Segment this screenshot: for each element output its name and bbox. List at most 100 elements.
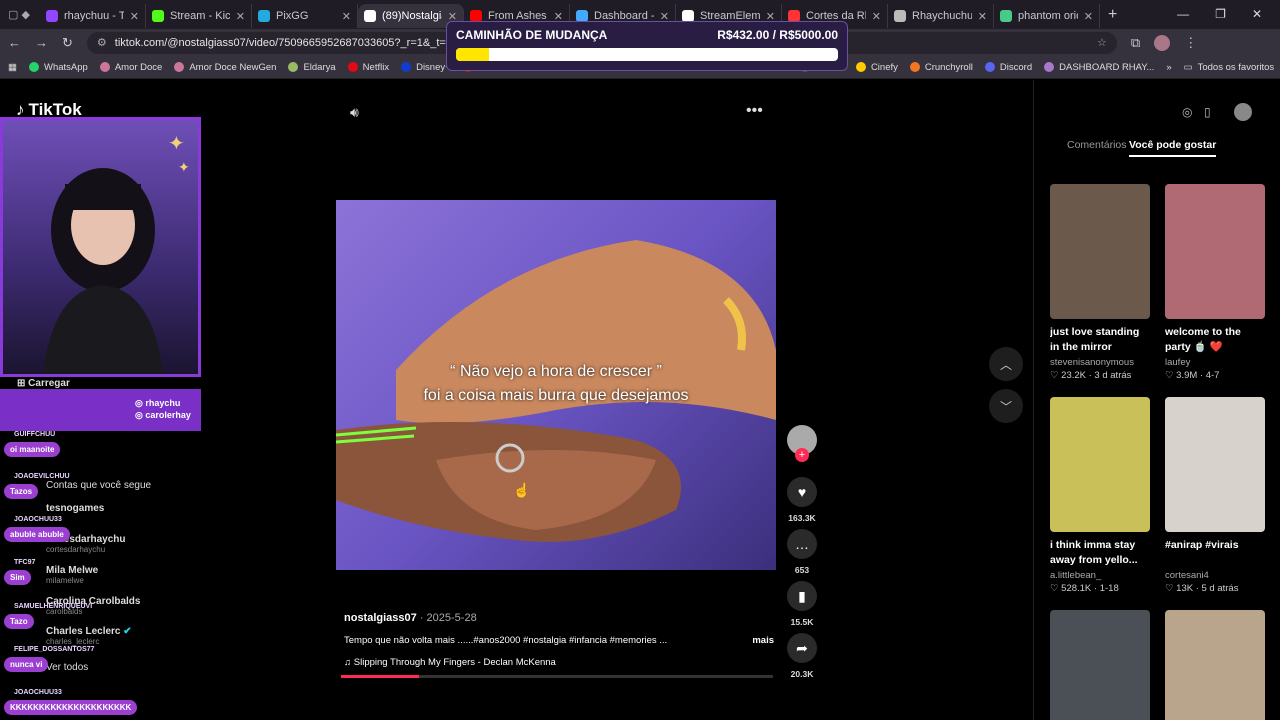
- menu-icon[interactable]: ⋮: [1184, 35, 1197, 51]
- goal-progress-fill: [456, 48, 489, 61]
- apps-icon[interactable]: ▦: [8, 62, 17, 73]
- browser-tab[interactable]: Rhaychuchu ✕: [888, 4, 994, 28]
- card-author[interactable]: laufey: [1165, 357, 1265, 368]
- volume-icon[interactable]: 🔊︎: [350, 104, 359, 121]
- video-thumbnail[interactable]: [1050, 184, 1150, 319]
- tab-close-icon[interactable]: ✕: [872, 10, 881, 23]
- bookmarks-folder[interactable]: ▭ Todos os favoritos: [1184, 62, 1275, 73]
- comment-button[interactable]: … 653: [787, 529, 817, 575]
- recommended-video-card[interactable]: [1165, 610, 1265, 720]
- upload-link[interactable]: ⊞ Carregar: [17, 378, 70, 389]
- donation-goal: CAMINHÃO DE MUDANÇA R$432.00 / R$5000.00: [446, 21, 848, 71]
- video-author[interactable]: nostalgiass07: [344, 612, 417, 624]
- recommended-video-card[interactable]: just love standing in the mirror stevenis…: [1050, 184, 1150, 381]
- banner-handle-2-text: carolerhay: [145, 410, 191, 420]
- bookmark-item[interactable]: Disney+: [401, 62, 451, 73]
- bookmark-item[interactable]: Amor Doce NewGen: [174, 62, 276, 73]
- recommended-video-card[interactable]: [1050, 610, 1150, 720]
- bookmark-label: Amor Doce: [114, 61, 163, 73]
- browser-tab[interactable]: phantom orion ✕: [994, 4, 1100, 28]
- tab-favicon-icon: [364, 10, 376, 22]
- video-caption-line-1: “ Não vejo a hora de crescer ”: [450, 363, 662, 380]
- recommended-video-card[interactable]: i think imma stay away from yello... a.li…: [1050, 397, 1150, 594]
- goal-amount: R$432.00 / R$5000.00: [717, 28, 838, 42]
- share-button[interactable]: ➦ 20.3K: [787, 633, 817, 679]
- bookmark-item[interactable]: Amor Doce: [99, 61, 163, 73]
- minimize-icon[interactable]: —: [1177, 7, 1189, 21]
- bookmark-item[interactable]: Netflix: [347, 62, 389, 73]
- more-options-icon[interactable]: •••: [746, 102, 763, 120]
- video-thumbnail[interactable]: [1050, 397, 1150, 532]
- forward-icon[interactable]: →: [35, 35, 48, 50]
- tab-close-icon[interactable]: ✕: [236, 10, 245, 23]
- new-tab-icon[interactable]: +: [1100, 6, 1117, 24]
- profile-avatar[interactable]: [1154, 34, 1171, 51]
- site-info-icon[interactable]: ⚙: [97, 36, 107, 49]
- card-author[interactable]: stevenisanonymous: [1050, 357, 1150, 368]
- card-title: just love standing in the mirror: [1050, 326, 1140, 353]
- browser-tab[interactable]: rhaychuu - Twitc ✕: [40, 4, 146, 28]
- explore-icon[interactable]: ◎: [1182, 105, 1192, 119]
- reload-icon[interactable]: ↻: [62, 35, 73, 51]
- video-progress-bar[interactable]: [341, 675, 773, 678]
- tab-close-icon[interactable]: ✕: [342, 10, 351, 23]
- video-thumbnail[interactable]: [1165, 397, 1265, 532]
- more-link[interactable]: mais: [752, 635, 774, 646]
- more-bookmarks-icon[interactable]: »: [1166, 62, 1171, 73]
- bookmark-item[interactable]: Eldarya: [288, 62, 336, 73]
- comment-icon: …: [787, 529, 817, 559]
- see-all-link[interactable]: Ver todos: [46, 662, 88, 673]
- author-avatar[interactable]: +: [787, 425, 817, 462]
- video-thumbnail[interactable]: [1165, 184, 1265, 319]
- device-icon[interactable]: ▯: [1204, 105, 1211, 119]
- recommended-video-card[interactable]: #anirap #virais cortesani4 ♡ 13K · 5 d atr…: [1165, 397, 1265, 594]
- next-video-button[interactable]: ﹀: [989, 389, 1023, 423]
- bookmark-item[interactable]: WhatsApp: [28, 62, 88, 73]
- bookmark-label: Cinefy: [870, 61, 898, 73]
- bookmark-item[interactable]: Discord: [984, 62, 1032, 73]
- upload-label: Carregar: [28, 378, 70, 389]
- window-controls: — ❐ ✕: [1159, 0, 1280, 28]
- user-avatar[interactable]: [1234, 103, 1252, 121]
- tab-close-icon[interactable]: ✕: [1084, 10, 1093, 23]
- mouse-cursor-icon: ☝: [513, 482, 531, 498]
- card-title: welcome to the party 🍵 ❤️: [1165, 326, 1241, 353]
- maximize-icon[interactable]: ❐: [1215, 7, 1226, 21]
- account-item[interactable]: Mila Melwe: [46, 565, 98, 576]
- like-button[interactable]: ♥ 163.3K: [787, 477, 817, 523]
- browser-tab[interactable]: PixGG ✕: [252, 4, 358, 28]
- bookmark-favicon-icon: [174, 62, 185, 72]
- tab-close-icon[interactable]: ✕: [978, 10, 987, 23]
- extensions-icon[interactable]: ⧉: [1131, 35, 1140, 51]
- bookmark-item[interactable]: Cinefy: [855, 61, 898, 73]
- tab-comments[interactable]: Comentários: [1067, 139, 1127, 151]
- tab-you-may-like[interactable]: Você pode gostar: [1129, 139, 1217, 157]
- video-caption-line-2: foi a coisa mais burra que desejamos: [423, 387, 689, 404]
- bookmark-star-icon[interactable]: ☆: [1097, 36, 1107, 49]
- video-description: Tempo que não volta mais ......#anos2000…: [344, 635, 668, 646]
- tab-close-icon[interactable]: ✕: [130, 10, 139, 23]
- close-window-icon[interactable]: ✕: [1252, 7, 1262, 21]
- save-button[interactable]: ▮ 15.5K: [787, 581, 817, 627]
- bookmark-item[interactable]: Crunchyroll: [909, 62, 973, 73]
- bookmark-item[interactable]: DASHBOARD RHAY...: [1044, 62, 1154, 73]
- video-player[interactable]: “ Não vejo a hora de crescer ” foi a coi…: [336, 200, 776, 570]
- account-item[interactable]: tesnogames: [46, 503, 104, 514]
- chat-message: abuble abuble: [4, 527, 70, 542]
- recommended-video-card[interactable]: welcome to the party 🍵 ❤️ laufey ♡ 3.9M · …: [1165, 184, 1265, 381]
- tab-title: phantom orion: [1018, 10, 1078, 22]
- tab-search-icon[interactable]: ▢ ◆: [0, 8, 40, 21]
- follow-plus-icon[interactable]: +: [795, 448, 809, 462]
- video-thumbnail[interactable]: [1050, 610, 1150, 720]
- back-icon[interactable]: ←: [8, 35, 21, 50]
- account-name: Charles Leclerc: [46, 626, 121, 637]
- account-item[interactable]: Charles Leclerc ✔: [46, 626, 132, 637]
- previous-video-button[interactable]: ︿: [989, 347, 1023, 381]
- goal-title: CAMINHÃO DE MUDANÇA: [456, 28, 608, 42]
- card-author[interactable]: cortesani4: [1165, 570, 1265, 581]
- bookmark-favicon-icon: [909, 62, 920, 72]
- video-thumbnail[interactable]: [1165, 610, 1265, 720]
- music-title[interactable]: Slipping Through My Fingers - Declan McK…: [354, 657, 556, 668]
- browser-tab[interactable]: Stream - Kick Da ✕: [146, 4, 252, 28]
- card-author[interactable]: a.littlebean_: [1050, 570, 1150, 581]
